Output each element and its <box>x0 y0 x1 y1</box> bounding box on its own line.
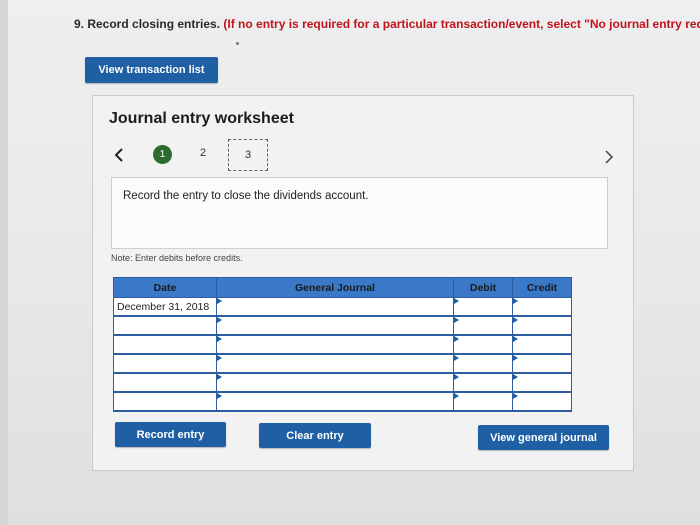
general-journal-header: General Journal <box>216 277 454 298</box>
step-1-indicator[interactable]: 1 <box>153 145 172 164</box>
next-arrow-icon[interactable] <box>601 148 617 166</box>
table-row <box>113 391 572 412</box>
date-cell[interactable] <box>113 391 217 412</box>
step-2-indicator[interactable]: 2 <box>200 147 206 159</box>
account-select[interactable] <box>216 391 454 412</box>
debit-input[interactable] <box>453 372 513 393</box>
account-select[interactable] <box>216 315 454 336</box>
date-cell[interactable] <box>113 334 217 355</box>
table-row <box>113 372 572 393</box>
previous-arrow-icon[interactable] <box>111 146 127 164</box>
worksheet-title: Journal entry worksheet <box>109 110 294 127</box>
account-select[interactable] <box>216 334 454 355</box>
table-row <box>113 334 572 355</box>
account-select[interactable] <box>216 297 454 317</box>
entry-description: Record the entry to close the dividends … <box>123 190 369 202</box>
debit-input[interactable] <box>453 353 513 374</box>
question-text: 9. Record closing entries. (If no entry … <box>74 17 700 31</box>
view-general-journal-button[interactable]: View general journal <box>478 425 609 450</box>
journal-table: Date General Journal Debit Credit Decemb… <box>113 277 572 412</box>
credit-input[interactable] <box>512 353 572 374</box>
table-row <box>113 353 572 374</box>
view-transaction-list-button[interactable]: View transaction list <box>85 57 218 83</box>
date-cell[interactable] <box>113 353 217 374</box>
date-header: Date <box>113 277 217 298</box>
account-select[interactable] <box>216 372 454 393</box>
credit-input[interactable] <box>512 372 572 393</box>
credit-input[interactable] <box>512 334 572 355</box>
step-3-indicator[interactable]: 3 <box>228 139 268 171</box>
credit-header: Credit <box>512 277 572 298</box>
debit-input[interactable] <box>453 315 513 336</box>
table-row: December 31, 2018 <box>113 297 572 317</box>
journal-entry-worksheet: Journal entry worksheet 1 2 3 Record the… <box>92 95 634 471</box>
debit-header: Debit <box>453 277 513 298</box>
date-cell[interactable] <box>113 315 217 336</box>
debit-input[interactable] <box>453 334 513 355</box>
credit-input[interactable] <box>512 297 572 317</box>
date-cell[interactable]: December 31, 2018 <box>113 297 217 317</box>
record-entry-button[interactable]: Record entry <box>115 422 226 447</box>
entry-description-box: Record the entry to close the dividends … <box>111 177 608 249</box>
debit-input[interactable] <box>453 297 513 317</box>
clear-entry-button[interactable]: Clear entry <box>259 423 371 448</box>
table-row <box>113 315 572 336</box>
decorative-dot <box>236 42 239 45</box>
question-instruction: (If no entry is required for a particula… <box>223 17 700 31</box>
account-select[interactable] <box>216 353 454 374</box>
question-label: 9. Record closing entries. <box>74 17 221 31</box>
credit-input[interactable] <box>512 315 572 336</box>
debit-input[interactable] <box>453 391 513 412</box>
date-cell[interactable] <box>113 372 217 393</box>
debit-credit-note: Note: Enter debits before credits. <box>111 253 243 263</box>
credit-input[interactable] <box>512 391 572 412</box>
screen: 9. Record closing entries. (If no entry … <box>8 0 700 525</box>
